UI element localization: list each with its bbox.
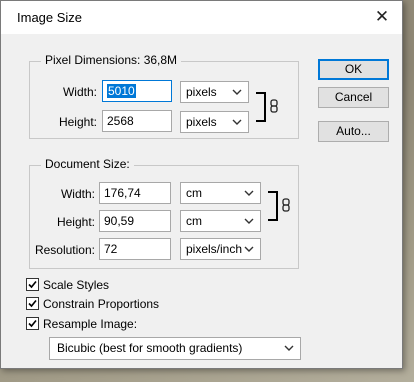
chevron-down-icon	[232, 89, 242, 95]
doc-width-unit-select[interactable]: cm	[180, 182, 261, 204]
auto-button[interactable]: Auto...	[318, 121, 389, 142]
resample-method-select[interactable]: Bicubic (best for smooth gradients)	[49, 337, 301, 360]
chevron-down-icon	[284, 345, 294, 351]
doc-width-unit-value: cm	[186, 186, 202, 200]
doc-height-value: 90,59	[104, 214, 135, 228]
pixel-width-unit-value: pixels	[186, 85, 217, 99]
doc-height-input[interactable]: 90,59	[99, 210, 171, 232]
close-icon[interactable]: ✕	[372, 7, 392, 27]
resample-image-checkbox[interactable]	[26, 317, 39, 330]
doc-width-label: Width:	[60, 187, 95, 201]
checkmark-icon	[28, 319, 37, 328]
resample-image-label[interactable]: Resample Image:	[43, 317, 137, 331]
chevron-down-icon	[244, 246, 254, 252]
dialog-title: Image Size	[17, 10, 83, 25]
pixel-height-unit-select[interactable]: pixels	[180, 111, 249, 133]
pixel-width-input[interactable]: 5010	[102, 80, 172, 102]
checkmark-icon	[28, 299, 37, 308]
scale-styles-label[interactable]: Scale Styles	[43, 278, 109, 292]
pixel-height-label: Height:	[58, 115, 97, 129]
chevron-down-icon	[244, 190, 254, 196]
doc-link-bracket	[268, 191, 278, 221]
doc-width-input[interactable]: 176,74	[99, 182, 171, 204]
doc-width-value: 176,74	[104, 186, 141, 200]
chevron-down-icon	[232, 119, 242, 125]
chain-link-icon	[270, 99, 278, 113]
doc-height-unit-select[interactable]: cm	[180, 210, 261, 232]
pixel-height-value: 2568	[107, 114, 134, 128]
doc-height-unit-value: cm	[186, 214, 202, 228]
resolution-unit-select[interactable]: pixels/inch	[180, 238, 261, 260]
resolution-value: 72	[104, 242, 118, 256]
resolution-unit-value: pixels/inch	[186, 242, 243, 256]
pixel-link-bracket	[256, 92, 266, 122]
ok-button[interactable]: OK	[318, 59, 389, 80]
pixel-height-unit-value: pixels	[186, 115, 217, 129]
doc-height-label: Height:	[56, 215, 95, 229]
constrain-proportions-label[interactable]: Constrain Proportions	[43, 297, 159, 311]
pixel-height-input[interactable]: 2568	[102, 110, 172, 132]
cancel-button[interactable]: Cancel	[318, 87, 389, 108]
scale-styles-checkbox[interactable]	[26, 278, 39, 291]
resolution-label: Resolution:	[34, 243, 95, 257]
checkmark-icon	[28, 280, 37, 289]
chain-link-icon	[282, 198, 290, 212]
constrain-proportions-checkbox[interactable]	[26, 297, 39, 310]
title-bar: Image Size ✕	[1, 1, 402, 34]
pixel-width-label: Width:	[62, 85, 97, 99]
pixel-dimensions-legend: Pixel Dimensions: 36,8M	[41, 53, 182, 67]
chevron-down-icon	[244, 218, 254, 224]
pixel-width-unit-select[interactable]: pixels	[180, 81, 249, 103]
resolution-input[interactable]: 72	[99, 238, 171, 260]
document-size-legend: Document Size:	[41, 157, 134, 171]
resample-method-value: Bicubic (best for smooth gradients)	[57, 341, 243, 355]
pixel-width-value: 5010	[107, 84, 136, 98]
image-size-dialog: Image Size ✕ Pixel Dimensions: 36,8M Wid…	[0, 0, 403, 369]
